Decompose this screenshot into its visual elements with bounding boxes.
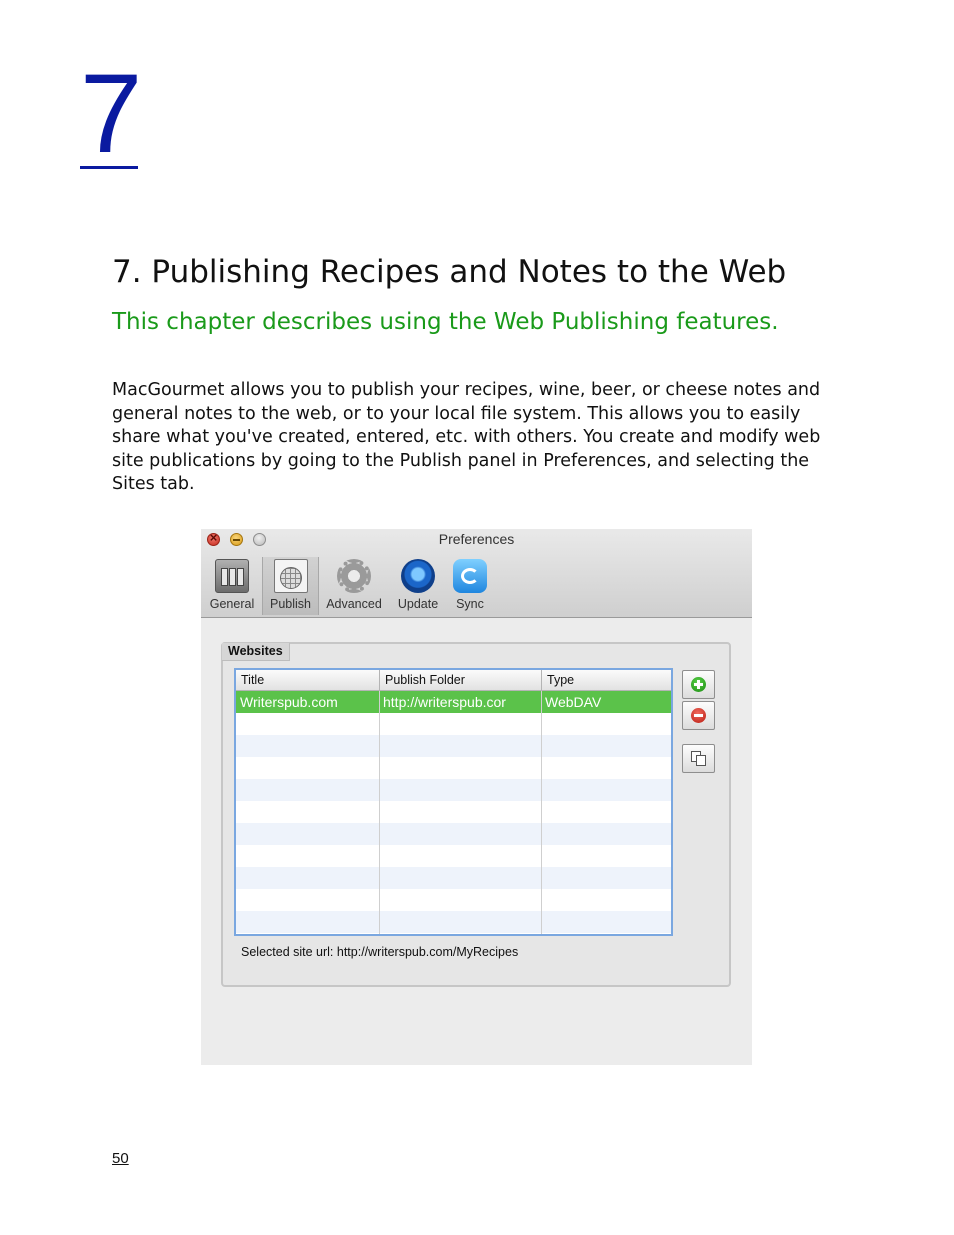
- table-row-empty[interactable]: [236, 801, 671, 823]
- toolbar-general-label: General: [209, 597, 255, 611]
- chapter-title: 7. Publishing Recipes and Notes to the W…: [112, 254, 787, 290]
- table-row[interactable]: Writerspub.com http://writerspub.cor Web…: [236, 691, 671, 713]
- toolbar-sync-label: Sync: [456, 597, 484, 611]
- add-site-button[interactable]: [682, 670, 715, 699]
- toolbar-update-label: Update: [397, 597, 439, 611]
- window-title: Preferences: [438, 531, 515, 547]
- table-row-empty[interactable]: [236, 757, 671, 779]
- column-publish-folder[interactable]: Publish Folder: [379, 670, 541, 690]
- update-icon: [401, 559, 435, 593]
- cell-type: WebDAV: [545, 694, 602, 710]
- general-icon: [215, 559, 249, 593]
- page-number: 50: [112, 1150, 129, 1167]
- column-title[interactable]: Title: [236, 670, 379, 690]
- tab-websites[interactable]: Websites: [222, 643, 290, 661]
- column-divider: [541, 691, 542, 934]
- selected-site-url: Selected site url: http://writerspub.com…: [241, 945, 519, 959]
- table-row-empty[interactable]: [236, 845, 671, 867]
- chapter-subtitle: This chapter describes using the Web Pub…: [112, 309, 779, 335]
- intro-paragraph: MacGourmet allows you to publish your re…: [112, 380, 821, 494]
- gear-icon: [337, 559, 371, 593]
- duplicate-site-button[interactable]: [682, 744, 715, 773]
- toolbar-publish[interactable]: Publish: [262, 557, 319, 615]
- preferences-window: Preferences General Publish Advanced Upd…: [201, 529, 752, 1065]
- table-row-empty[interactable]: [236, 735, 671, 757]
- cell-title: Writerspub.com: [240, 694, 338, 710]
- minus-icon: [691, 708, 706, 723]
- toolbar-advanced-label: Advanced: [326, 597, 382, 611]
- toolbar-general[interactable]: General: [205, 557, 259, 615]
- toolbar-update[interactable]: Update: [390, 557, 446, 615]
- column-type[interactable]: Type: [541, 670, 671, 690]
- toolbar-publish-label: Publish: [270, 597, 311, 611]
- table-row-empty[interactable]: [236, 779, 671, 801]
- plus-icon: [691, 677, 706, 692]
- websites-table[interactable]: Title Publish Folder Type Writerspub.com…: [234, 668, 673, 936]
- table-row-empty[interactable]: [236, 889, 671, 911]
- toolbar-sync[interactable]: Sync: [448, 557, 492, 615]
- table-header: Title Publish Folder Type: [236, 670, 671, 691]
- publish-globe-icon: [274, 559, 308, 593]
- cell-publish-folder: http://writerspub.cor: [383, 694, 506, 710]
- chapter-number: 7: [80, 51, 143, 176]
- toolbar-advanced[interactable]: Advanced: [321, 557, 387, 615]
- window-titlebar: Preferences General Publish Advanced Upd…: [201, 529, 752, 618]
- table-row-empty[interactable]: [236, 867, 671, 889]
- table-row-empty[interactable]: [236, 823, 671, 845]
- table-row-empty[interactable]: [236, 713, 671, 735]
- column-divider: [379, 691, 380, 934]
- table-row-empty[interactable]: [236, 911, 671, 933]
- sync-cloud-icon: [453, 559, 487, 593]
- remove-site-button[interactable]: [682, 701, 715, 730]
- duplicate-icon: [691, 751, 707, 767]
